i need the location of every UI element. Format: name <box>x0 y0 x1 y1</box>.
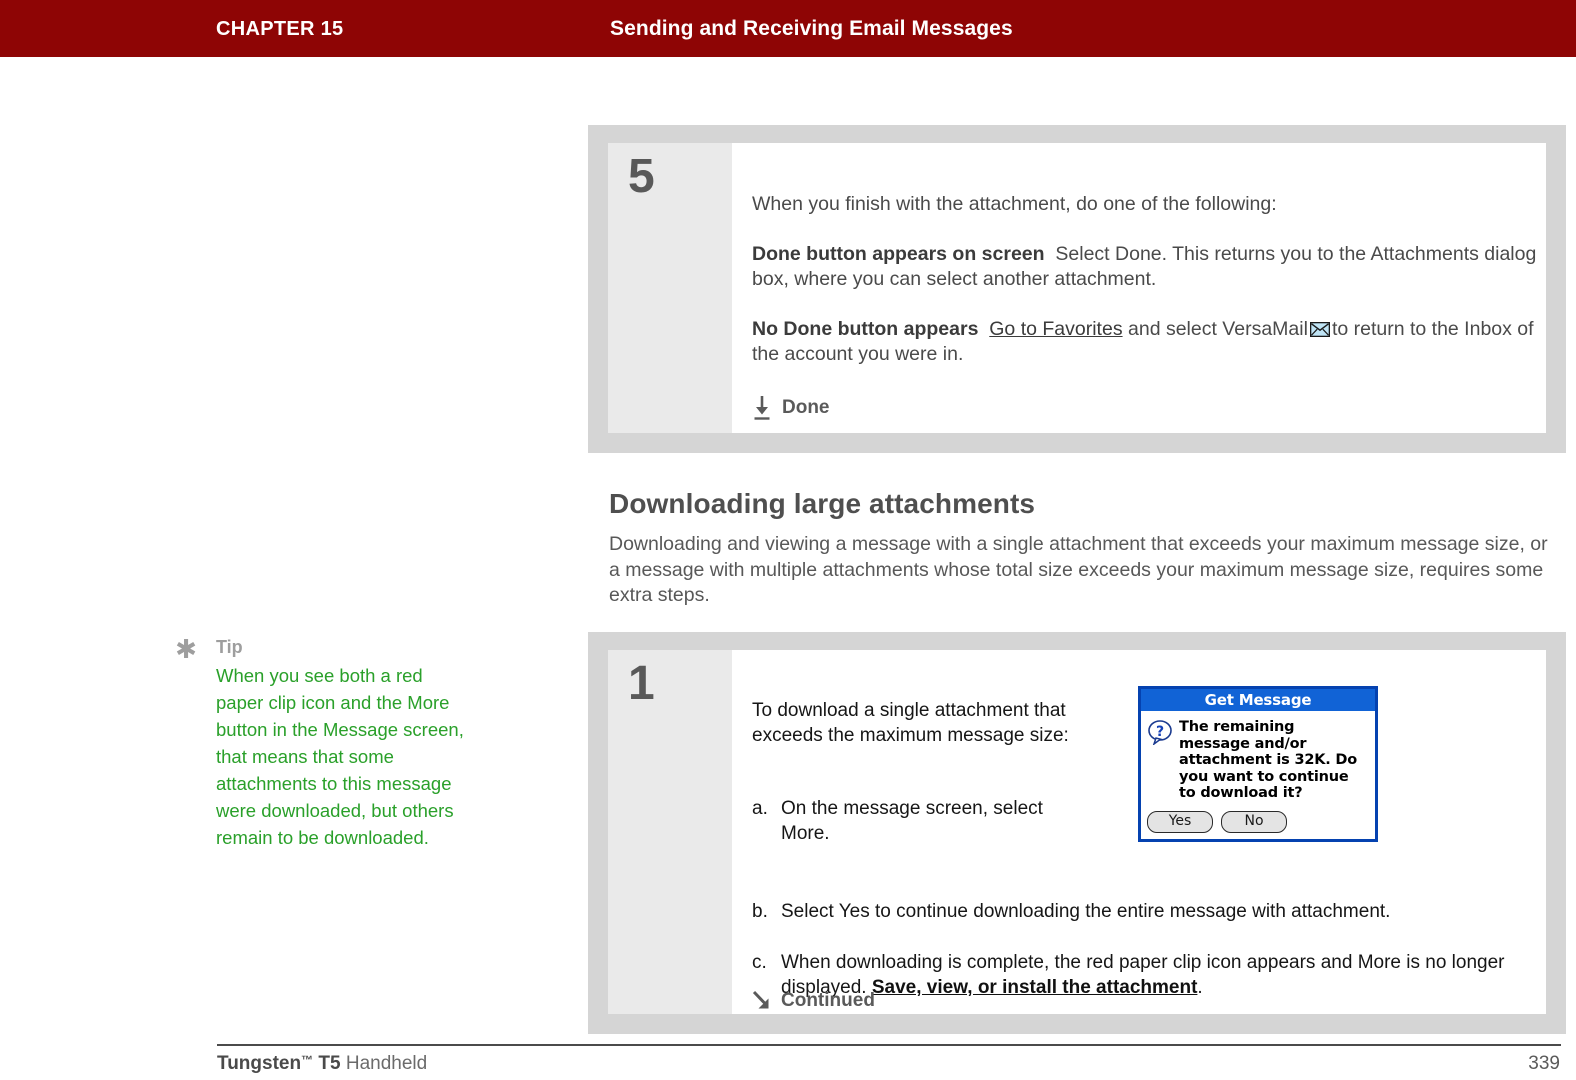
footer-product-model: T5 <box>318 1053 341 1074</box>
tip-label: Tip <box>216 637 243 657</box>
page-title: Sending and Receiving Email Messages <box>610 17 1013 40</box>
go-to-favorites-link[interactable]: Go to Favorites <box>989 318 1122 340</box>
tip-body-text: When you see both a red paper clip icon … <box>216 665 464 848</box>
question-bubble-icon: ? <box>1147 719 1173 747</box>
step-1-intro-text: To download a single attachment that exc… <box>752 700 1069 746</box>
substep-c-body: When downloading is complete, the red pa… <box>781 950 1542 1000</box>
footer-product-type: Handheld <box>345 1053 428 1074</box>
step-5-done-label: Done <box>782 397 830 418</box>
dialog-button-row: Yes No <box>1147 811 1287 833</box>
arrow-down-right-icon <box>752 990 772 1012</box>
step-1-continued-label: Continued <box>781 990 875 1011</box>
page-header-bar: CHAPTER 15 Sending and Receiving Email M… <box>0 0 1576 57</box>
footer-divider <box>217 1044 1561 1046</box>
section-intro-paragraph: Downloading and viewing a message with a… <box>609 533 1548 606</box>
header-chapter-label: CHAPTER 15 <box>216 18 344 40</box>
step-1-continued-row: Continued <box>752 990 875 1012</box>
envelope-icon <box>1309 322 1330 337</box>
substep-b-marker: b. <box>752 901 768 922</box>
step-5-number-column: 5 <box>608 143 732 433</box>
dialog-no-button[interactable]: No <box>1221 811 1287 833</box>
step-5-option-1-lead: Done button appears on screen <box>752 243 1045 265</box>
step-5-number: 5 <box>628 150 655 203</box>
footer-product-label: Tungsten™ T5 Handheld <box>217 1053 427 1075</box>
dialog-message: The remaining message and/or attachment … <box>1179 719 1358 801</box>
trademark-icon: ™ <box>301 1053 314 1067</box>
step-1-substep-a: a. On the message screen, select More. <box>752 796 1092 846</box>
substep-a-text: On the message screen, select More. <box>781 798 1043 844</box>
step-1-substep-b: b. Select Yes to continue downloading th… <box>752 899 1542 924</box>
substep-c-text-b: . <box>1197 977 1203 998</box>
page-number: 339 <box>1528 1053 1560 1074</box>
step-box-5: 5 When you finish with the attachment, d… <box>588 125 1566 453</box>
step-5-option-2-text-a: and select VersaMail <box>1128 318 1308 340</box>
footer-product-brand: Tungsten <box>217 1053 302 1074</box>
step-5-inner-panel: 5 When you finish with the attachment, d… <box>608 143 1546 433</box>
svg-text:?: ? <box>1156 724 1164 740</box>
step-5-option-1: Done button appears on screen Select Don… <box>752 242 1542 292</box>
step-5-option-2-lead: No Done button appears <box>752 318 979 340</box>
step-5-option-2: No Done button appears Go to Favorites a… <box>752 317 1544 367</box>
substep-a-marker: a. <box>752 798 768 819</box>
dialog-title: Get Message <box>1141 689 1375 711</box>
step-1-number-column: 1 <box>608 650 732 1014</box>
step-box-1: 1 To download a single attachment that e… <box>588 632 1566 1034</box>
substep-b-text: Select Yes to continue downloading the e… <box>781 901 1391 922</box>
step-1-inner-panel: 1 To download a single attachment that e… <box>608 650 1546 1014</box>
asterisk-icon: ✱ <box>175 635 197 665</box>
save-view-install-attachment-link[interactable]: Save, view, or install the attachment <box>872 977 1198 998</box>
dialog-yes-button[interactable]: Yes <box>1147 811 1213 833</box>
step-5-done-row: Done <box>752 395 830 421</box>
step-1-number: 1 <box>628 657 655 710</box>
dialog-body: ? The remaining message and/or attachmen… <box>1141 711 1375 802</box>
get-message-dialog: Get Message ? The remaining message and/… <box>1138 686 1378 842</box>
step-5-intro-text: When you finish with the attachment, do … <box>752 193 1277 215</box>
step-5-content: When you finish with the attachment, do … <box>752 143 1536 433</box>
arrow-down-icon <box>752 395 772 421</box>
section-heading: Downloading large attachments <box>609 488 1036 519</box>
